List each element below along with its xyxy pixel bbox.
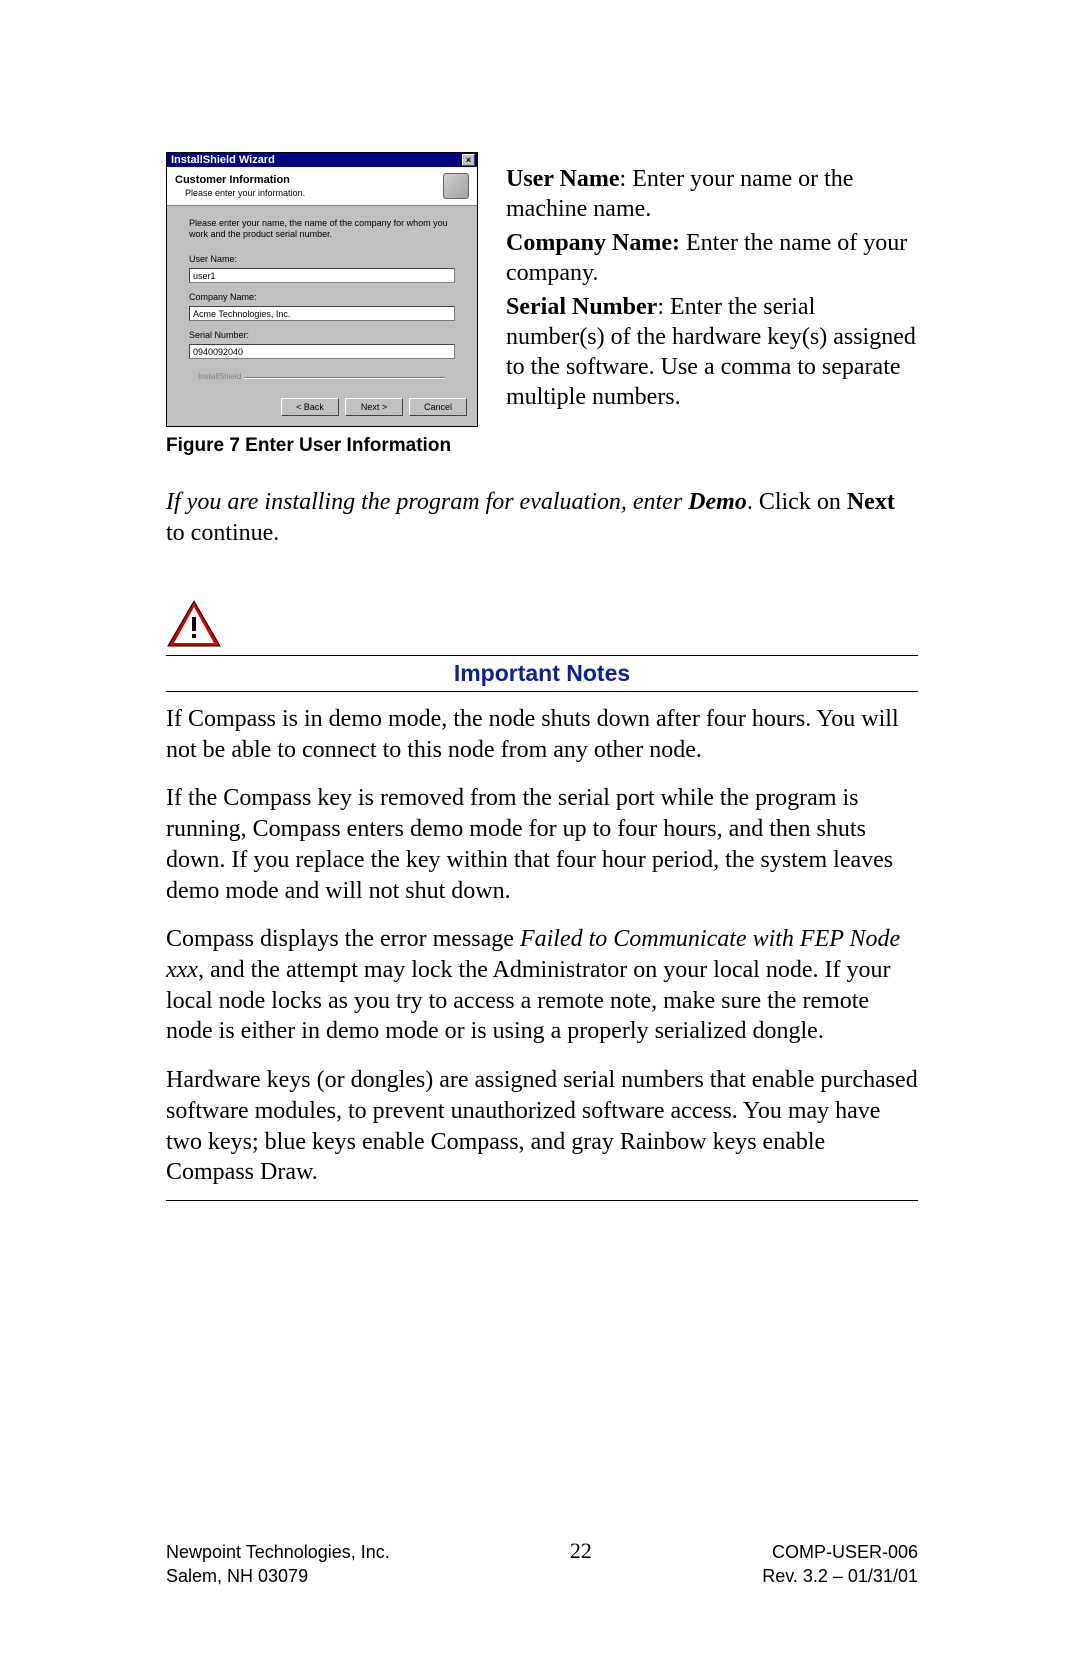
close-icon[interactable]: × [462, 154, 475, 166]
footer-revision: Rev. 3.2 – 01/31/01 [762, 1566, 918, 1587]
user-name-description: User Name: Enter your name or the machin… [506, 164, 918, 224]
installer-icon [443, 173, 469, 199]
dialog-header-title: Customer Information [175, 174, 305, 186]
note-paragraph-1: If Compass is in demo mode, the node shu… [166, 704, 918, 765]
user-name-label: User Name: [189, 254, 455, 264]
footer-company: Newpoint Technologies, Inc. [166, 1542, 390, 1563]
dialog-button-row: < Back Next > Cancel [167, 390, 477, 426]
dialog-titlebar: InstallShield Wizard × [167, 153, 477, 167]
page-number: 22 [570, 1538, 592, 1564]
warning-icon [166, 599, 222, 649]
dialog-body: Please enter your name, the name of the … [167, 206, 477, 390]
serial-number-description: Serial Number: Enter the serial number(s… [506, 292, 918, 412]
dialog-header: Customer Information Please enter your i… [167, 167, 477, 206]
important-notes-body: If Compass is in demo mode, the node shu… [166, 704, 918, 1188]
note-paragraph-4: Hardware keys (or dongles) are assigned … [166, 1065, 918, 1188]
company-name-input[interactable] [189, 306, 455, 321]
important-notes-title-row: Important Notes [166, 655, 918, 692]
installshield-brand: InstallShield [195, 372, 244, 381]
user-name-input[interactable] [189, 268, 455, 283]
dialog-title-text: InstallShield Wizard [171, 154, 275, 166]
page-footer: Newpoint Technologies, Inc. 22 COMP-USER… [166, 1538, 918, 1589]
important-notes-title: Important Notes [454, 660, 630, 686]
installshield-wizard-dialog: InstallShield Wizard × Customer Informat… [166, 152, 478, 427]
company-name-description: Company Name: Enter the name of your com… [506, 228, 918, 288]
evaluation-note: If you are installing the program for ev… [166, 487, 918, 549]
field-descriptions: User Name: Enter your name or the machin… [506, 152, 918, 416]
serial-number-input[interactable] [189, 344, 455, 359]
note-paragraph-2: If the Compass key is removed from the s… [166, 783, 918, 906]
serial-number-label: Serial Number: [189, 330, 455, 340]
dialog-separator: InstallShield [189, 372, 455, 382]
back-button[interactable]: < Back [281, 398, 339, 416]
important-notes-end-rule [166, 1200, 918, 1201]
company-name-label: Company Name: [189, 292, 455, 302]
cancel-button[interactable]: Cancel [409, 398, 467, 416]
footer-doc-id: COMP-USER-006 [772, 1542, 918, 1563]
dialog-header-subtitle: Please enter your information. [185, 188, 305, 198]
important-notes-section: Important Notes If Compass is in demo mo… [166, 599, 918, 1201]
note-paragraph-3: Compass displays the error message Faile… [166, 924, 918, 1047]
next-button[interactable]: Next > [345, 398, 403, 416]
figure-caption: Figure 7 Enter User Information [166, 435, 478, 457]
dialog-prompt: Please enter your name, the name of the … [189, 218, 455, 240]
dialog-header-text: Customer Information Please enter your i… [175, 174, 305, 198]
figure-and-description-row: InstallShield Wizard × Customer Informat… [166, 152, 918, 457]
wizard-figure-column: InstallShield Wizard × Customer Informat… [166, 152, 478, 457]
page-content: InstallShield Wizard × Customer Informat… [166, 152, 918, 1201]
footer-city: Salem, NH 03079 [166, 1566, 308, 1587]
